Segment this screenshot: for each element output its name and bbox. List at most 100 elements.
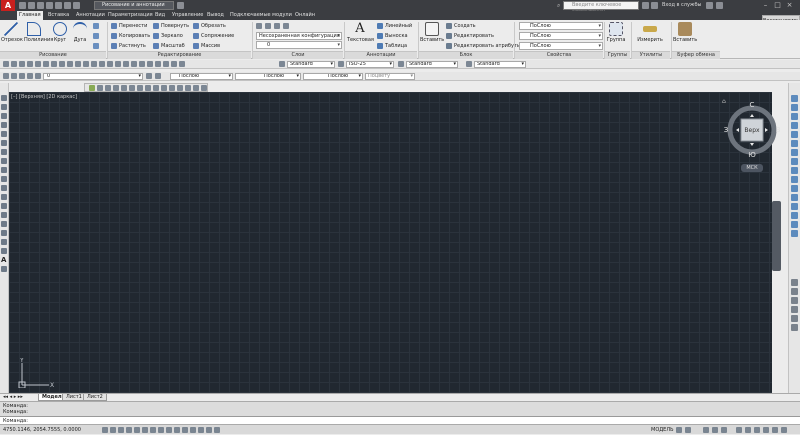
tab-output[interactable]: Вывод	[205, 11, 226, 20]
undo-icon[interactable]	[64, 2, 71, 9]
draw-tool-rect[interactable]	[93, 22, 101, 30]
grid-icon[interactable]	[118, 427, 124, 433]
linetype-select[interactable]: ПоСлою	[519, 32, 603, 40]
clipboard-panel-label[interactable]: Буфер обмена	[672, 51, 720, 59]
center-mark-icon[interactable]	[201, 85, 207, 91]
designcenter-icon[interactable]	[139, 61, 145, 67]
minimize-button[interactable]: –	[760, 1, 771, 10]
tab-parametric[interactable]: Параметризация	[106, 11, 155, 20]
dim-break-icon[interactable]	[185, 85, 191, 91]
hardware-acceleration-icon[interactable]	[754, 427, 760, 433]
spline-tool-icon[interactable]	[1, 167, 7, 173]
draworder-back-icon[interactable]	[791, 288, 798, 295]
clean-screen-icon[interactable]	[781, 427, 787, 433]
open-icon[interactable]	[28, 2, 35, 9]
isolate-objects-icon[interactable]	[763, 427, 769, 433]
markup-icon[interactable]	[163, 61, 169, 67]
xline-tool-icon[interactable]	[1, 104, 7, 110]
dim-radius-icon[interactable]	[121, 85, 127, 91]
infer-constraints-icon[interactable]	[102, 427, 108, 433]
user-icon[interactable]	[651, 2, 658, 9]
osnap-icon[interactable]	[142, 427, 148, 433]
utilities-panel-label[interactable]: Утилиты	[632, 51, 670, 59]
close-button[interactable]: ×	[784, 1, 795, 10]
tab-home[interactable]: Главная	[17, 11, 43, 20]
mleader-style-select[interactable]: Standard	[474, 61, 526, 68]
tab-annotate[interactable]: Аннотации	[74, 11, 107, 20]
tab-view[interactable]: Вид	[153, 11, 167, 20]
move-tool-icon[interactable]	[791, 140, 798, 147]
point-tool-icon[interactable]	[1, 212, 7, 218]
qsave-icon[interactable]	[19, 61, 25, 67]
redo-icon[interactable]	[91, 61, 97, 67]
erase-tool-icon[interactable]	[791, 95, 798, 102]
layer-manager-icon[interactable]	[3, 73, 9, 79]
lineweight-select[interactable]: ПоСлою	[519, 42, 603, 50]
qopen-icon[interactable]	[11, 61, 17, 67]
draw-tool-gradient[interactable]	[93, 42, 101, 50]
mtext-tool-icon[interactable]: A	[1, 257, 7, 264]
scale-tool-icon[interactable]	[791, 158, 798, 165]
dim-aligned-icon[interactable]	[97, 85, 103, 91]
hatch-tool-icon[interactable]	[1, 221, 7, 227]
dim-arc-icon[interactable]	[105, 85, 111, 91]
color-control-select[interactable]: Послою	[170, 73, 233, 80]
layer-off-icon[interactable]	[274, 23, 280, 29]
dim-baseline-icon[interactable]	[161, 85, 167, 91]
draworder-text-icon[interactable]	[791, 315, 798, 322]
dim-linear-icon[interactable]	[89, 85, 95, 91]
viewport-controls[interactable]: [–] [Верхняя] [2D каркас]	[11, 94, 77, 100]
join-tool-icon[interactable]	[791, 203, 798, 210]
dim-quick-icon[interactable]	[153, 85, 159, 91]
dim-diameter-icon[interactable]	[137, 85, 143, 91]
polyline-tool-icon[interactable]	[1, 113, 7, 119]
properties-icon[interactable]	[131, 61, 137, 67]
copy-icon[interactable]	[59, 61, 65, 67]
lock-icon[interactable]	[745, 427, 751, 433]
help-icon[interactable]	[716, 2, 723, 9]
layer-previous-icon[interactable]	[155, 73, 161, 79]
revcloud-tool-icon[interactable]	[1, 158, 7, 164]
cut-icon[interactable]	[51, 61, 57, 67]
dim-style-select[interactable]: ISO-25	[346, 61, 394, 68]
wcs-menu-button[interactable]: МСК	[741, 164, 763, 172]
create-block-button[interactable]: Создать	[446, 22, 476, 30]
dim-angular-icon[interactable]	[145, 85, 151, 91]
viewcube[interactable]: Верх С Ю З В	[723, 101, 781, 159]
edit-attributes-button[interactable]: Редактировать атрибуты	[446, 42, 521, 50]
modify-panel-label[interactable]: Редактирование	[108, 51, 251, 59]
tolerance-icon[interactable]	[193, 85, 199, 91]
preview-icon[interactable]	[35, 61, 41, 67]
circle-tool-icon[interactable]	[1, 149, 7, 155]
draworder-above-icon[interactable]	[791, 297, 798, 304]
pan-icon[interactable]	[99, 61, 105, 67]
add-selected-tool-icon[interactable]	[1, 266, 7, 272]
matchprop-icon[interactable]	[75, 61, 81, 67]
array-tool-icon[interactable]	[791, 131, 798, 138]
application-menu-logo[interactable]: A	[1, 0, 15, 11]
quick-view-layouts-icon[interactable]	[676, 427, 682, 433]
help-icon[interactable]	[179, 61, 185, 67]
arrow-up-icon[interactable]	[750, 114, 754, 117]
annotation-scale-icon[interactable]	[703, 427, 709, 433]
new-icon[interactable]	[19, 2, 26, 9]
mirror-tool-icon[interactable]	[791, 113, 798, 120]
paste-icon[interactable]	[67, 61, 73, 67]
draw-tool-hatch[interactable]	[93, 32, 101, 40]
ducs-icon[interactable]	[166, 427, 172, 433]
workspace-dropdown-icon[interactable]	[177, 2, 184, 9]
compass-east[interactable]: В	[776, 126, 781, 134]
layer-iso-icon[interactable]	[283, 23, 289, 29]
scale-button[interactable]: Масштаб	[153, 42, 185, 50]
lineweight-icon[interactable]	[182, 427, 188, 433]
dim-jogged-icon[interactable]	[129, 85, 135, 91]
dim-space-icon[interactable]	[177, 85, 183, 91]
linetype-control-select[interactable]: Послою	[235, 73, 301, 80]
make-block-tool-icon[interactable]	[1, 203, 7, 209]
tab-insert[interactable]: Вставка	[46, 11, 71, 20]
stretch-button[interactable]: Растянуть	[111, 42, 146, 50]
fillet-tool-icon[interactable]	[791, 221, 798, 228]
paste-button[interactable]: Вставить	[673, 22, 697, 43]
arc-tool-icon[interactable]	[1, 140, 7, 146]
polygon-tool-icon[interactable]	[1, 122, 7, 128]
